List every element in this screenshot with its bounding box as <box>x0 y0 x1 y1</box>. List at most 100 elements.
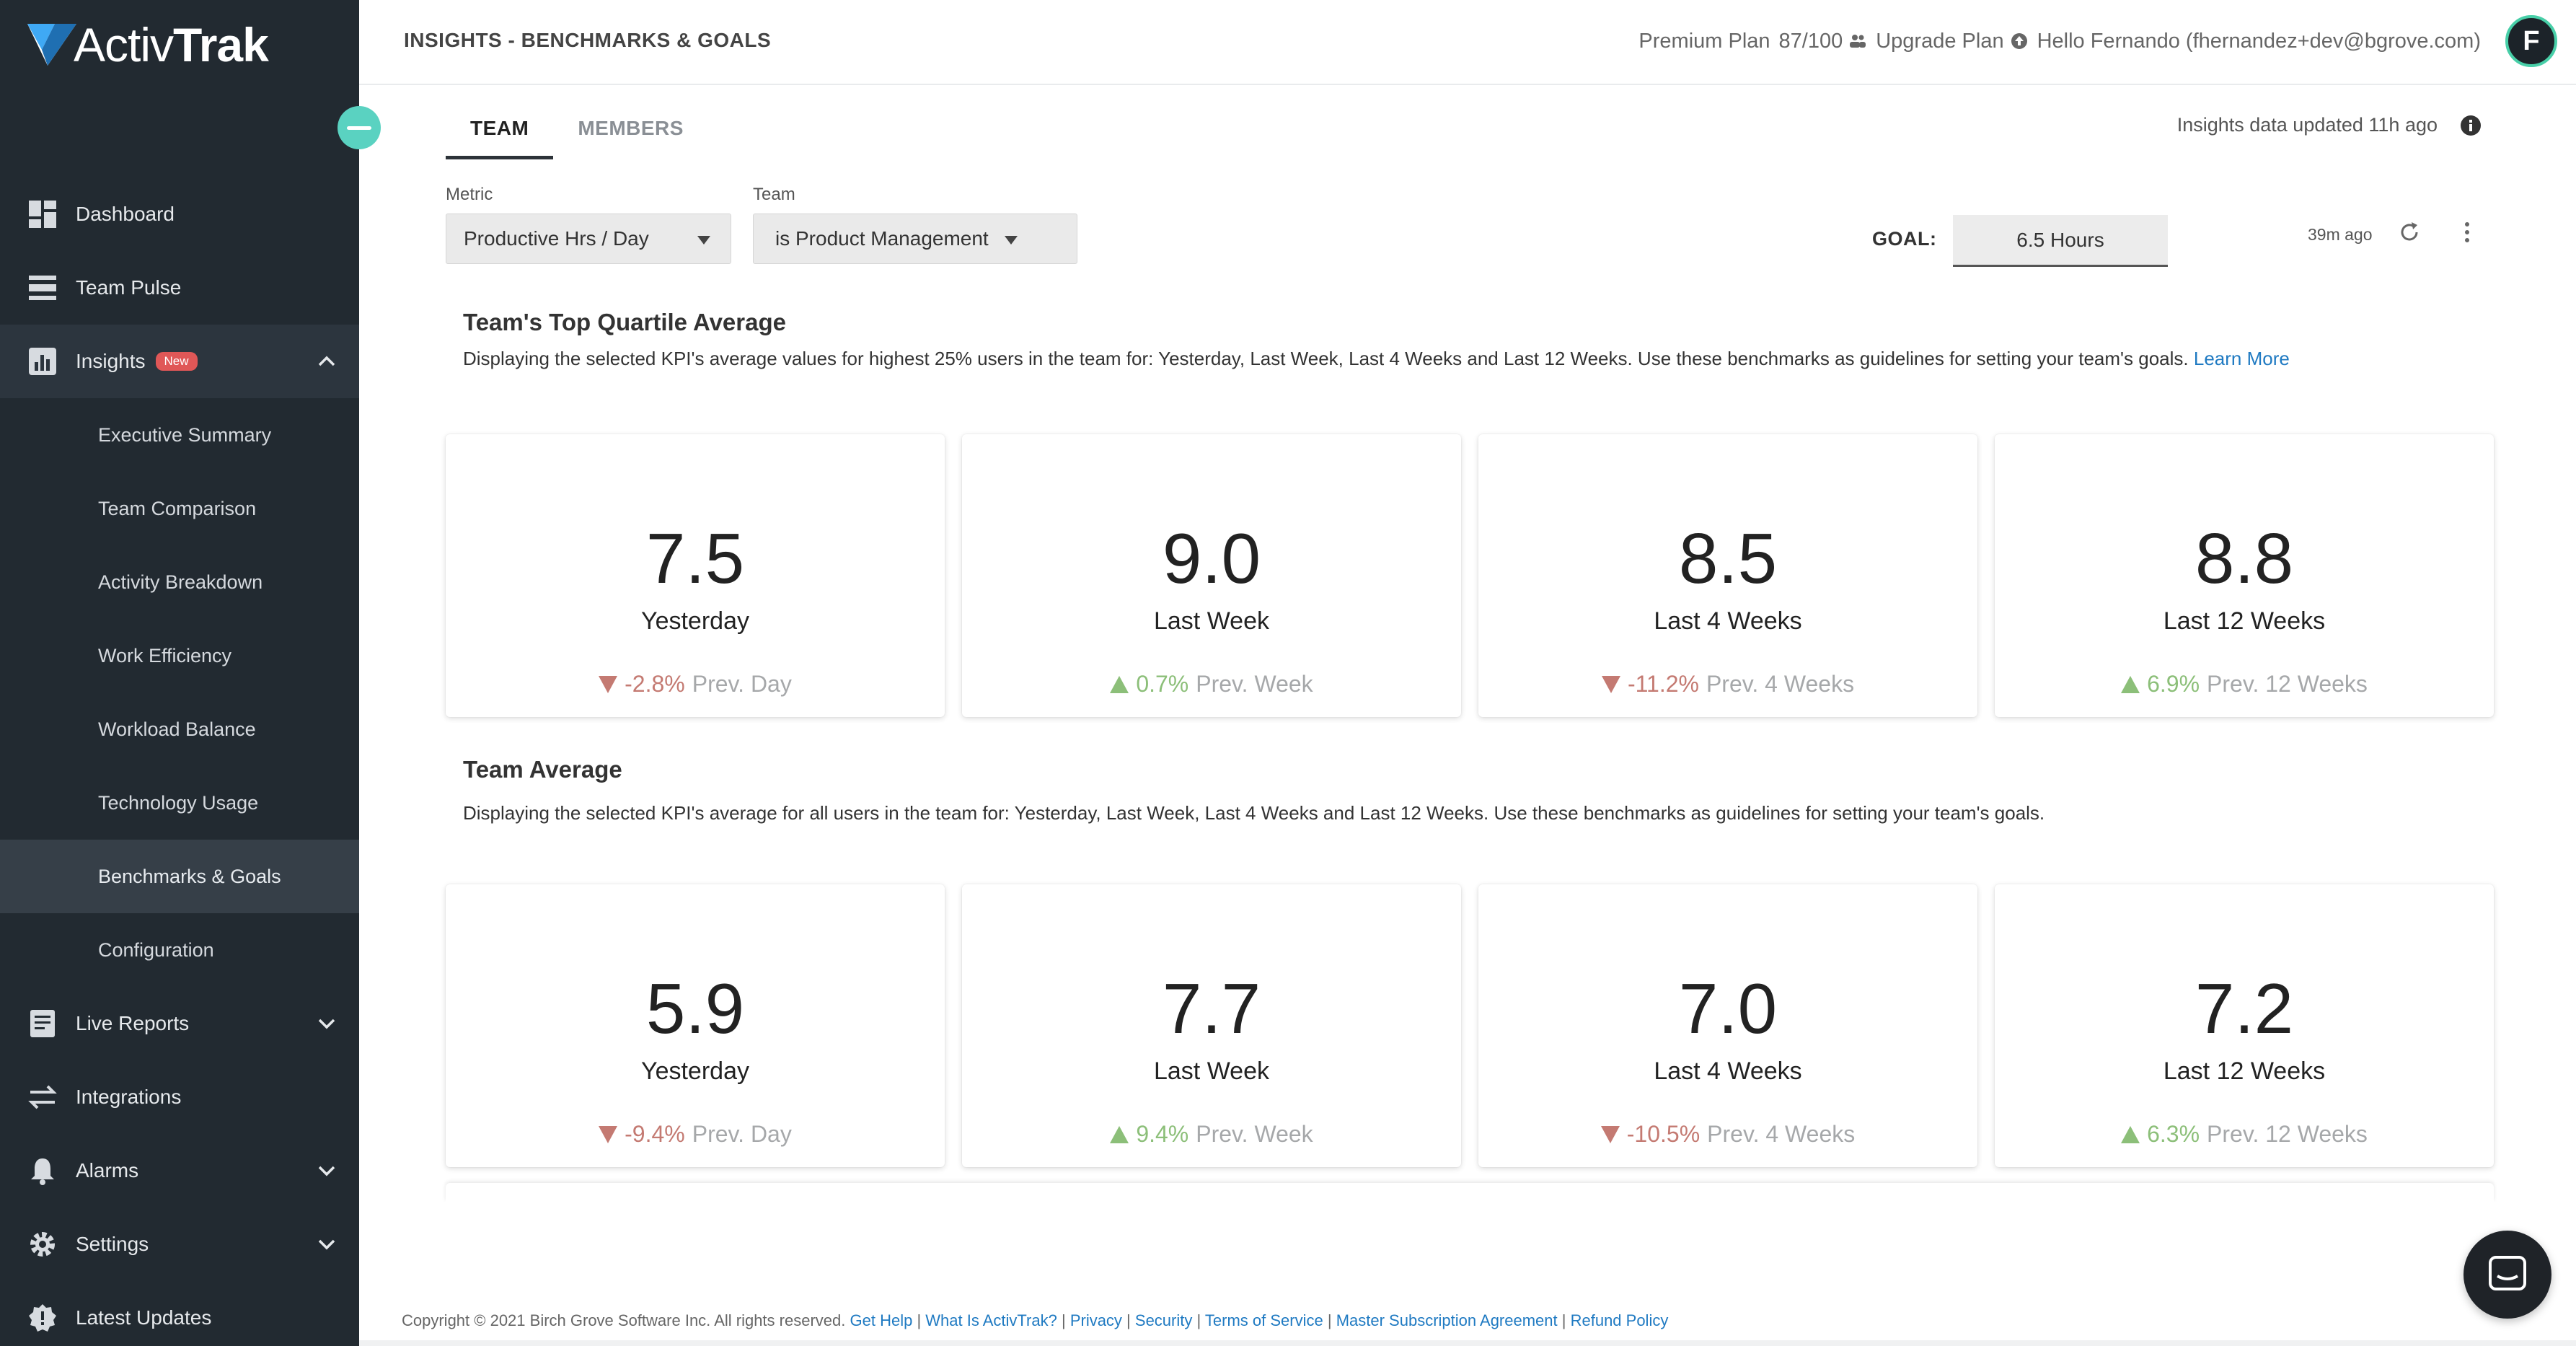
kpi-value: 7.0 <box>1678 969 1778 1048</box>
sidebar-item-settings[interactable]: Settings <box>0 1208 359 1281</box>
footer-link-privacy[interactable]: Privacy <box>1070 1311 1122 1329</box>
tab-team[interactable]: TEAM <box>446 110 554 159</box>
sidebar-collapse-button[interactable] <box>338 106 381 149</box>
kpi-value: 8.5 <box>1678 519 1778 598</box>
team-average-cards: 5.9 Yesterday -9.4% Prev. Day 7.7 Last We… <box>446 884 2494 1167</box>
trend-down-icon <box>599 675 618 693</box>
activtrak-logo[interactable]: ActivTrak <box>26 16 269 74</box>
metric-select[interactable]: Productive Hrs / Day <box>446 214 731 264</box>
team-select[interactable]: is Product Management <box>753 214 1077 264</box>
sidebar-item-label: Settings <box>76 1233 149 1255</box>
users-icon <box>1850 35 1866 48</box>
sidebar-item-label: Team Pulse <box>76 276 182 299</box>
kpi-period: Last Week <box>1153 607 1269 635</box>
badge-icon <box>29 1304 56 1332</box>
kpi-period: Last Week <box>1153 1057 1269 1085</box>
sidebar-item-live-reports[interactable]: Live Reports <box>0 987 359 1060</box>
kpi-card: 7.0 Last 4 Weeks -10.5% Prev. 4 Weeks <box>1478 884 1977 1167</box>
top-quartile-description: Displaying the selected KPI's average va… <box>463 348 2290 369</box>
top-header: INSIGHTS - BENCHMARKS & GOALS Premium Pl… <box>359 0 2576 85</box>
caret-down-icon <box>697 236 710 245</box>
sidebar-nav: Dashboard Team Pulse Insights New Execut… <box>0 177 359 1346</box>
trend-up-icon <box>1110 675 1129 693</box>
sidebar-subitem-executive-summary[interactable]: Executive Summary <box>0 398 359 472</box>
kpi-card: 8.5 Last 4 Weeks -11.2% Prev. 4 Weeks <box>1478 434 1977 717</box>
tab-members[interactable]: MEMBERS <box>553 110 708 159</box>
kpi-card: 5.9 Yesterday -9.4% Prev. Day <box>446 884 945 1167</box>
live-reports-icon <box>30 1010 55 1037</box>
trend-down-icon <box>1601 675 1620 693</box>
trend-up-icon <box>2121 1125 2140 1143</box>
kpi-value: 9.0 <box>1162 519 1261 598</box>
avatar[interactable]: F <box>2505 15 2557 67</box>
arrow-up-circle-icon[interactable] <box>2010 32 2029 50</box>
info-icon[interactable] <box>2459 114 2482 137</box>
sidebar-subitem-activity-breakdown[interactable]: Activity Breakdown <box>0 545 359 619</box>
integrations-icon <box>28 1085 57 1109</box>
copyright-text: Copyright © 2021 Birch Grove Software In… <box>402 1311 846 1329</box>
sidebar-item-team-pulse[interactable]: Team Pulse <box>0 251 359 325</box>
sidebar-item-latest-updates[interactable]: Latest Updates <box>0 1281 359 1346</box>
kpi-card: 7.2 Last 12 Weeks 6.3% Prev. 12 Weeks <box>1995 884 2494 1167</box>
team-pulse-icon <box>29 276 56 300</box>
team-average-title: Team Average <box>463 756 622 783</box>
sidebar-item-insights[interactable]: Insights New <box>0 325 359 398</box>
footer-link-security[interactable]: Security <box>1135 1311 1192 1329</box>
refresh-time: 39m ago <box>2308 225 2373 244</box>
chevron-up-icon[interactable] <box>316 351 338 372</box>
upgrade-plan-link[interactable]: Upgrade Plan <box>1876 30 2003 53</box>
sidebar-subitem-workload-balance[interactable]: Workload Balance <box>0 692 359 766</box>
kpi-delta: 0.7% Prev. Week <box>962 671 1461 698</box>
sidebar-item-label: Alarms <box>76 1159 139 1182</box>
sidebar-item-label: Integrations <box>76 1086 182 1108</box>
chat-icon <box>2489 1256 2526 1290</box>
footer-link-terms[interactable]: Terms of Service <box>1205 1311 1323 1329</box>
chevron-down-icon[interactable] <box>316 1233 338 1255</box>
insights-updated-text: Insights data updated 11h ago <box>2176 114 2438 136</box>
caret-down-icon <box>1005 236 1018 245</box>
logo-mark-icon <box>27 24 76 66</box>
sidebar-item-label: Dashboard <box>76 203 175 225</box>
sidebar-subitem-benchmarks-goals[interactable]: Benchmarks & Goals <box>0 840 359 913</box>
sidebar-item-integrations[interactable]: Integrations <box>0 1060 359 1134</box>
chat-launcher-button[interactable] <box>2463 1231 2551 1319</box>
dashboard-icon <box>29 201 56 228</box>
more-options-icon[interactable] <box>2455 220 2479 245</box>
bell-icon <box>31 1158 54 1185</box>
kpi-period: Yesterday <box>641 1057 749 1085</box>
footer-link-what-is-activtrak[interactable]: What Is ActivTrak? <box>925 1311 1057 1329</box>
sidebar: ActivTrak Dashboard Team Pulse Insights … <box>0 0 359 1346</box>
footer-link-refund[interactable]: Refund Policy <box>1571 1311 1669 1329</box>
insights-icon <box>29 348 56 375</box>
kpi-delta: -9.4% Prev. Day <box>446 1121 945 1148</box>
learn-more-link[interactable]: Learn More <box>2194 348 2290 369</box>
sidebar-subitem-work-efficiency[interactable]: Work Efficiency <box>0 619 359 692</box>
footer-link-msa[interactable]: Master Subscription Agreement <box>1336 1311 1558 1329</box>
sidebar-item-dashboard[interactable]: Dashboard <box>0 177 359 251</box>
kpi-period: Yesterday <box>641 607 749 635</box>
kpi-delta: 9.4% Prev. Week <box>962 1121 1461 1148</box>
sidebar-item-alarms[interactable]: Alarms <box>0 1134 359 1208</box>
refresh-icon[interactable] <box>2397 220 2422 245</box>
kpi-card: 9.0 Last Week 0.7% Prev. Week <box>962 434 1461 717</box>
sidebar-subitem-team-comparison[interactable]: Team Comparison <box>0 472 359 545</box>
minus-icon <box>347 126 371 130</box>
kpi-card: 8.8 Last 12 Weeks 6.9% Prev. 12 Weeks <box>1995 434 2494 717</box>
chevron-down-icon[interactable] <box>316 1013 338 1034</box>
kpi-value: 7.2 <box>2195 969 2294 1048</box>
chevron-down-icon[interactable] <box>316 1160 338 1182</box>
kpi-value: 7.5 <box>645 519 745 598</box>
footer: Copyright © 2021 Birch Grove Software In… <box>402 1311 1669 1329</box>
footer-link-get-help[interactable]: Get Help <box>850 1311 913 1329</box>
gear-icon <box>30 1232 55 1257</box>
sidebar-subitem-technology-usage[interactable]: Technology Usage <box>0 766 359 840</box>
seat-count: 87/100 <box>1778 29 1843 53</box>
user-greeting[interactable]: Hello Fernando (fhernandez+dev@bgrove.co… <box>2037 30 2481 53</box>
top-quartile-cards: 7.5 Yesterday -2.8% Prev. Day 9.0 Last We… <box>446 434 2494 717</box>
kpi-period: Last 12 Weeks <box>2163 1057 2326 1085</box>
kpi-value: 7.7 <box>1162 969 1261 1048</box>
goal-input[interactable]: 6.5 Hours <box>1953 215 2168 267</box>
page-title: INSIGHTS - BENCHMARKS & GOALS <box>404 29 772 51</box>
sidebar-subitem-configuration[interactable]: Configuration <box>0 913 359 987</box>
team-average-description: Displaying the selected KPI's average fo… <box>463 802 2045 824</box>
